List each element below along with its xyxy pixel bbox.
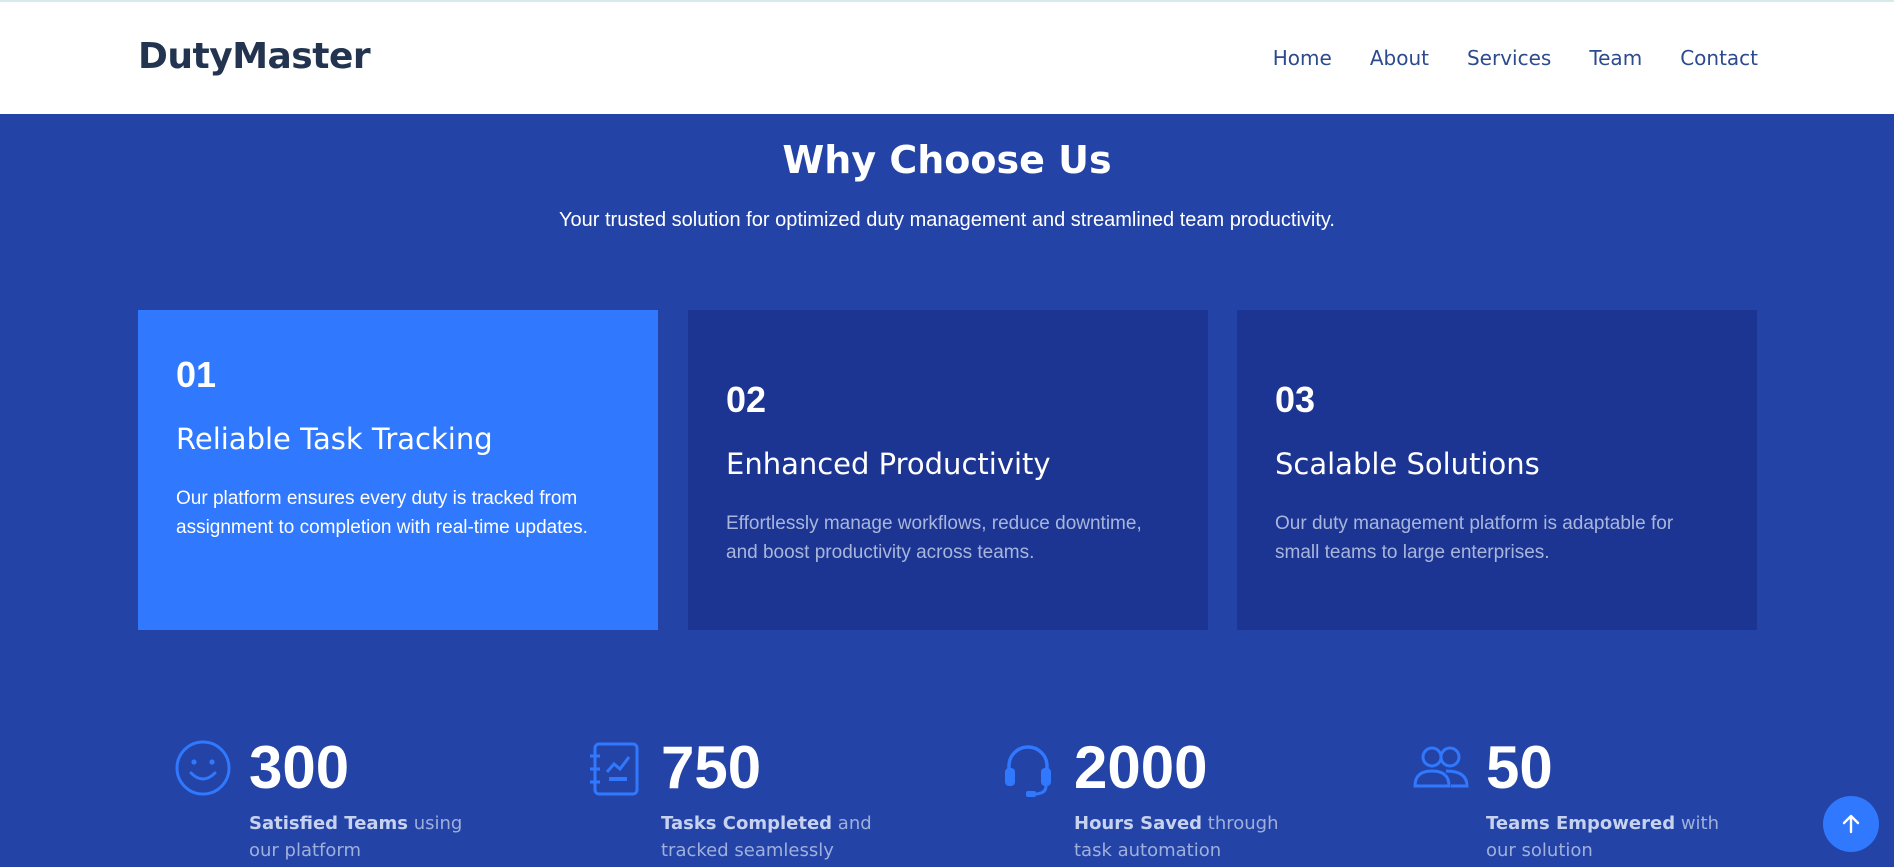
journal-chart-icon — [590, 742, 639, 796]
stat-caption: Satisfied Teams using our platform — [249, 810, 489, 864]
feature-title: Reliable Task Tracking — [176, 422, 493, 456]
site-header: DutyMaster Home About Services Team Cont… — [0, 0, 1894, 114]
stat-caption: Teams Empowered with our solution — [1486, 810, 1726, 864]
stat-caption: Tasks Completed and tracked seamlessly — [661, 810, 901, 864]
stat-tasks-completed: 750 Tasks Completed and tracked seamless… — [587, 736, 887, 867]
logo[interactable]: DutyMaster — [138, 36, 371, 77]
feature-card-2[interactable]: 02 Enhanced Productivity Effortlessly ma… — [688, 310, 1208, 630]
stat-caption-bold: Teams Empowered — [1486, 813, 1676, 834]
nav-home[interactable]: Home — [1273, 46, 1332, 70]
smile-icon — [175, 740, 231, 796]
feature-title: Enhanced Productivity — [726, 447, 1051, 481]
stat-caption-bold: Tasks Completed — [661, 813, 833, 834]
stat-value: 50 — [1486, 734, 1553, 801]
section-subtitle: Your trusted solution for optimized duty… — [559, 209, 1335, 231]
nav-contact[interactable]: Contact — [1680, 46, 1758, 70]
feature-card-1[interactable]: 01 Reliable Task Tracking Our platform e… — [138, 310, 658, 630]
main-nav: Home About Services Team Contact — [1273, 46, 1758, 70]
stat-satisfied-teams: 300 Satisfied Teams using our platform — [175, 736, 475, 867]
feature-number: 01 — [176, 354, 217, 395]
stat-caption: Hours Saved through task automation — [1074, 810, 1314, 864]
stat-hours-saved: 2000 Hours Saved through task automation — [1000, 736, 1300, 867]
nav-team[interactable]: Team — [1589, 46, 1642, 70]
feature-card-3[interactable]: 03 Scalable Solutions Our duty managemen… — [1237, 310, 1757, 630]
stat-value: 300 — [249, 734, 350, 801]
headset-icon — [1005, 745, 1051, 797]
stat-teams-empowered: 50 Teams Empowered with our solution — [1412, 734, 1719, 867]
stat-value: 750 — [661, 734, 762, 801]
stat-caption-bold: Hours Saved — [1074, 813, 1203, 834]
feature-description: Our duty management platform is adaptabl… — [1275, 513, 1674, 563]
nav-services[interactable]: Services — [1467, 46, 1551, 70]
feature-number: 03 — [1275, 379, 1316, 420]
stat-value: 2000 — [1074, 734, 1208, 801]
feature-description: Our platform ensures every duty is track… — [176, 488, 588, 538]
section-title: Why Choose Us — [782, 138, 1112, 182]
nav-about[interactable]: About — [1370, 46, 1429, 70]
feature-title: Scalable Solutions — [1275, 447, 1540, 481]
feature-description: Effortlessly manage workflows, reduce do… — [726, 513, 1142, 563]
scroll-to-top-button[interactable] — [1823, 796, 1879, 852]
stat-caption-bold: Satisfied Teams — [249, 813, 409, 834]
feature-number: 02 — [726, 379, 767, 420]
people-icon — [1413, 746, 1469, 788]
arrow-up-icon — [1842, 814, 1860, 834]
